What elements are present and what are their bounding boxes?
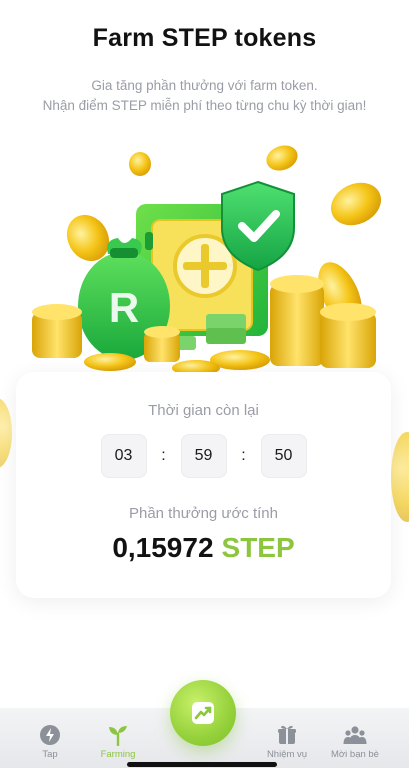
gift-icon: [278, 725, 296, 744]
tab-farming[interactable]: Farming: [83, 708, 153, 760]
tab-label: Nhiệm vụ: [266, 749, 308, 760]
coin-icon: [0, 398, 12, 468]
timer-hours: 03: [100, 434, 147, 478]
reward-label: Phần thưởng ước tính: [128, 505, 278, 522]
stats-fab-button[interactable]: [170, 680, 236, 746]
tab-label: Farming: [100, 749, 136, 760]
lightning-icon: [40, 725, 60, 745]
tab-label: Mời bạn bè: [331, 749, 379, 760]
tab-invite-friends[interactable]: Mời bạn bè: [320, 708, 390, 760]
tab-tap[interactable]: Tap: [15, 708, 85, 760]
page-title: Farm STEP tokens: [92, 24, 317, 52]
reward-unit: STEP: [221, 532, 295, 563]
tab-label: Tap: [42, 749, 58, 760]
timer-seconds: 50: [260, 434, 307, 478]
timer-minutes: 59: [180, 434, 227, 478]
sprout-icon: [109, 726, 127, 746]
reward-value: 0,15972: [112, 532, 214, 563]
farming-card: Thời gian còn lại 03 : 59 : 50 Phần thưở…: [16, 372, 391, 598]
timer-separator: :: [161, 447, 166, 464]
subtitle-line-1: Gia tăng phần thưởng với farm token.: [91, 78, 318, 93]
subtitle-line-2: Nhận điểm STEP miễn phí theo từng chu kỳ…: [42, 98, 367, 113]
page-subtitle: Gia tăng phần thưởng với farm token. Nhậ…: [0, 76, 409, 116]
time-left-label: Thời gian còn lại: [148, 402, 259, 419]
bag-logo: R: [109, 284, 139, 331]
timer-separator: :: [241, 447, 246, 464]
tab-missions[interactable]: Nhiệm vụ: [252, 708, 322, 760]
hero-illustration: R: [0, 136, 409, 386]
friends-icon: [343, 726, 367, 744]
header: Farm STEP tokens: [0, 24, 409, 53]
coin-icon: [391, 432, 409, 522]
countdown-timer: 03 : 59 : 50: [16, 434, 391, 478]
chart-up-icon: [192, 702, 214, 724]
home-indicator: [127, 762, 277, 767]
estimated-reward: 0,15972 STEP: [16, 532, 391, 564]
